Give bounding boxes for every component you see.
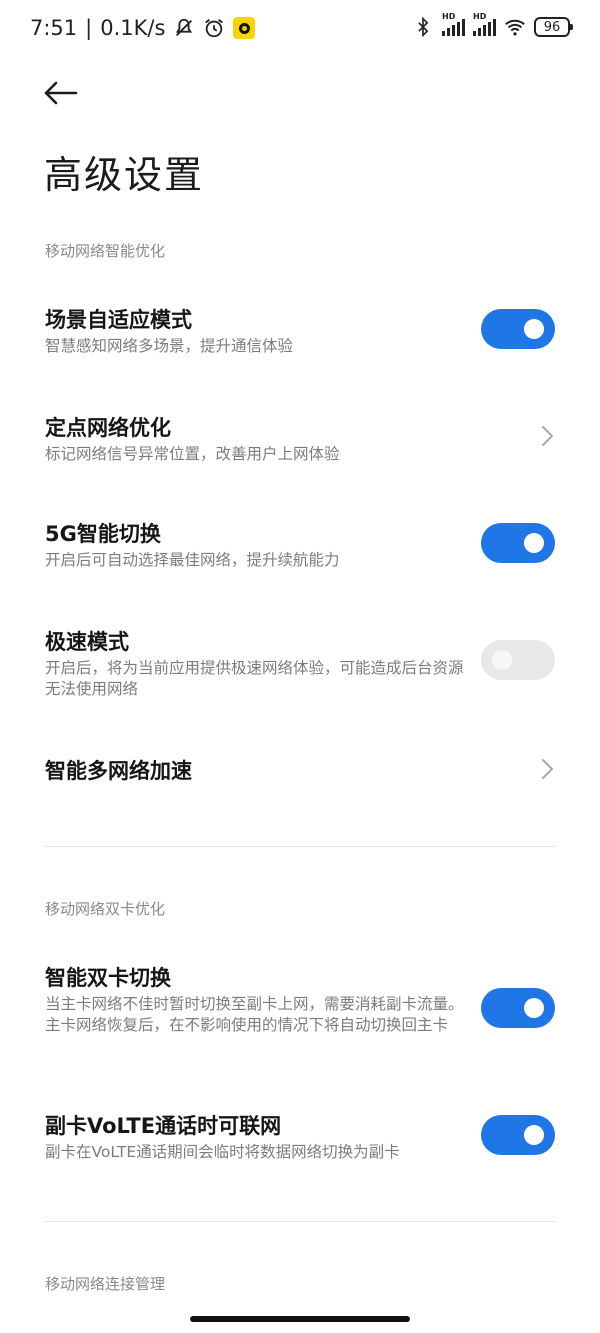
setting-smart-dual-sim[interactable]: 智能双卡切换 当主卡网络不佳时暂时切换至副卡上网，需要消耗副卡流量。主卡网络恢复…	[0, 958, 600, 1058]
scene-adaptive-toggle[interactable]	[481, 309, 555, 349]
status-bar: 7:51 | 0.1K/s HD HD 96	[0, 0, 600, 60]
alarm-icon	[203, 17, 225, 39]
setting-title: 定点网络优化	[45, 416, 171, 440]
setting-description: 标记网络信号异常位置，改善用户上网体验	[45, 445, 340, 463]
setting-speed-mode[interactable]: 极速模式 开启后，将为当前应用提供极速网络体验，可能造成后台资源无法使用网络	[0, 622, 600, 706]
toggle-knob	[492, 650, 512, 670]
back-arrow-icon	[44, 81, 78, 105]
speed-mode-toggle[interactable]	[481, 640, 555, 680]
battery-level: 96	[543, 19, 561, 35]
signal-hd-icon: HD	[442, 12, 465, 36]
status-separator: |	[85, 16, 93, 40]
divider	[45, 846, 555, 847]
toggle-knob	[524, 319, 544, 339]
setting-multi-network-acceleration[interactable]: 智能多网络加速	[0, 752, 600, 792]
setting-title: 5G智能切换	[45, 522, 161, 546]
setting-description: 开启后可自动选择最佳网络，提升续航能力	[45, 551, 340, 569]
section-header-smart-optimization: 移动网络智能优化	[45, 242, 166, 260]
smart-dual-sim-toggle[interactable]	[481, 988, 555, 1028]
setting-description: 开启后，将为当前应用提供极速网络体验，可能造成后台资源无法使用网络	[45, 659, 464, 698]
signal-hd-icon: HD	[473, 12, 496, 36]
notification-icon	[233, 17, 256, 39]
setting-title: 副卡VoLTE通话时可联网	[45, 1114, 282, 1138]
toggle-knob	[524, 998, 544, 1018]
divider	[45, 1221, 555, 1222]
section-header-connection-management: 移动网络连接管理	[45, 1275, 166, 1293]
page-title: 高级设置	[44, 153, 205, 197]
setting-title: 智能双卡切换	[45, 966, 171, 990]
chevron-right-icon[interactable]	[540, 424, 554, 448]
chevron-right-icon[interactable]	[540, 757, 554, 781]
setting-volte-data[interactable]: 副卡VoLTE通话时可联网 副卡在VoLTE通话期间会临时将数据网络切换为副卡	[0, 1106, 600, 1176]
setting-title: 场景自适应模式	[45, 308, 192, 332]
setting-scene-adaptive[interactable]: 场景自适应模式 智慧感知网络多场景，提升通信体验	[0, 300, 600, 380]
setting-description: 副卡在VoLTE通话期间会临时将数据网络切换为副卡	[45, 1143, 400, 1161]
toggle-knob	[524, 1125, 544, 1145]
toggle-knob	[524, 533, 544, 553]
setting-title: 智能多网络加速	[45, 759, 192, 783]
bluetooth-icon	[412, 16, 434, 38]
setting-description: 当主卡网络不佳时暂时切换至副卡上网，需要消耗副卡流量。主卡网络恢复后，在不影响使…	[45, 995, 464, 1034]
back-button[interactable]	[40, 78, 80, 108]
setting-5g-smart-switch[interactable]: 5G智能切换 开启后可自动选择最佳网络，提升续航能力	[0, 514, 600, 594]
setting-description: 智慧感知网络多场景，提升通信体验	[45, 337, 294, 355]
home-indicator[interactable]	[190, 1316, 410, 1322]
dnd-icon	[173, 17, 195, 39]
network-speed: 0.1K/s	[100, 16, 166, 40]
wifi-icon	[504, 16, 526, 38]
volte-data-toggle[interactable]	[481, 1115, 555, 1155]
status-right: HD HD 96	[412, 12, 573, 38]
setting-fixed-point[interactable]: 定点网络优化 标记网络信号异常位置，改善用户上网体验	[0, 408, 600, 488]
5g-smart-switch-toggle[interactable]	[481, 523, 555, 563]
battery-icon: 96	[534, 17, 573, 37]
status-left: 7:51 | 0.1K/s	[30, 16, 256, 40]
section-header-dual-sim-optimization: 移动网络双卡优化	[45, 900, 166, 918]
setting-title: 极速模式	[45, 630, 129, 654]
clock: 7:51	[30, 16, 78, 40]
